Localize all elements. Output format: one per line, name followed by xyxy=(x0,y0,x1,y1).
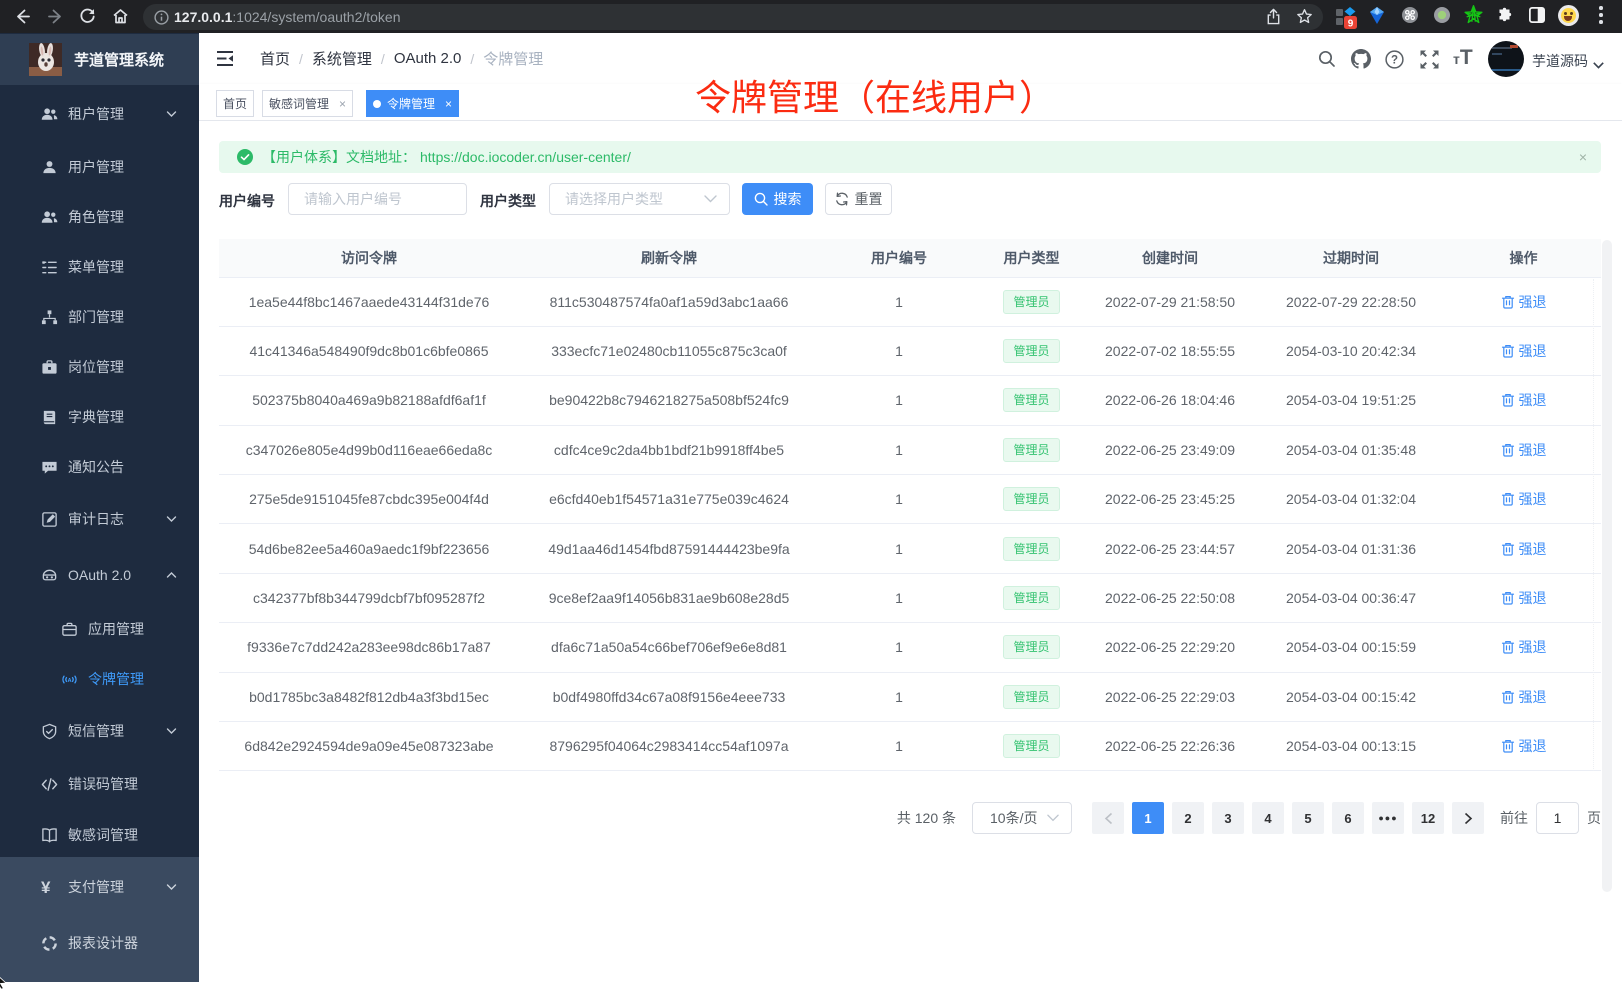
svg-text:A: A xyxy=(67,677,71,683)
svg-text:9: 9 xyxy=(1348,19,1354,30)
svg-text:?: ? xyxy=(1391,55,1398,67)
